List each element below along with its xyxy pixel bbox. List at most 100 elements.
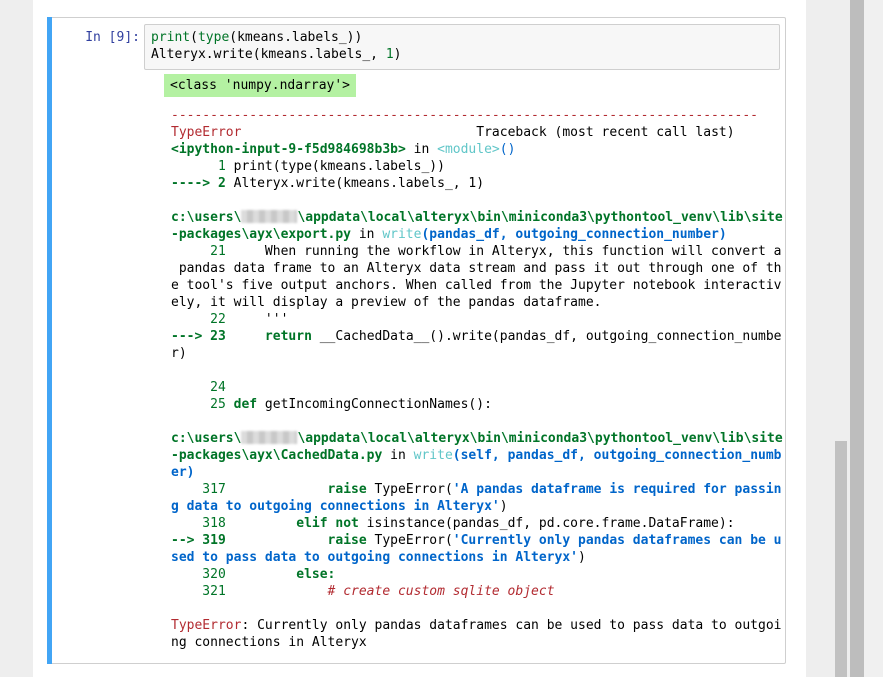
input-prompt: In [9]: bbox=[85, 30, 140, 45]
line-number: 22 bbox=[171, 312, 234, 327]
keyword-elif: elif bbox=[233, 516, 328, 531]
frame1-line-1: 1 print(type(kmeans.labels_)) bbox=[171, 158, 775, 175]
traceback-header-line: TypeError Traceback (most recent call la… bbox=[171, 124, 775, 141]
frame1-file: <ipython-input-9-f5d984698b3b> bbox=[171, 142, 406, 157]
frame3-line-319: --> 319 raise TypeError('Currently only … bbox=[171, 532, 782, 549]
frame2-code-22: ''' bbox=[233, 312, 289, 327]
current-line-arrow: ---> 23 bbox=[171, 329, 234, 344]
frame1-code-2: Alteryx.write(kmeans.labels_, 1) bbox=[233, 176, 485, 191]
frame1-line-2: ----> 2 Alteryx.write(kmeans.labels_, 1) bbox=[171, 175, 775, 192]
frame2-in: in bbox=[351, 227, 383, 242]
docstring-line-1: When running the workflow in Alteryx, th… bbox=[233, 244, 782, 259]
frame1-paren: () bbox=[499, 142, 516, 157]
keyword-raise: raise bbox=[233, 482, 367, 497]
frame2-path-a: c:\users\ bbox=[171, 210, 242, 225]
code-line-2: Alteryx.write(kmeans.labels_, 1) bbox=[151, 47, 402, 62]
frame2-line-25: 25 def getIncomingConnectionNames(): bbox=[171, 396, 775, 413]
frame3-line-317b: g data to outgoing connections in Altery… bbox=[171, 498, 775, 515]
cell-selected-bar bbox=[47, 17, 52, 664]
code-input-area[interactable]: print(type(kmeans.labels_)) Alteryx.writ… bbox=[144, 24, 780, 70]
side-panel bbox=[864, 0, 883, 677]
line-number: 321 bbox=[171, 584, 234, 599]
frame2-path-line-2: -packages\ayx\export.py in write(pandas_… bbox=[171, 226, 775, 243]
frame1-header: <ipython-input-9-f5d984698b3b> in <modul… bbox=[171, 141, 775, 158]
frame2-func: write bbox=[382, 227, 422, 242]
frame3-line-318: 318 elif not isinstance(pandas_df, pd.co… bbox=[171, 515, 775, 532]
redacted-username bbox=[241, 210, 298, 223]
frame2-args: (pandas_df, outgoing_connection_number) bbox=[421, 227, 727, 242]
traceback-output: ----------------------------------------… bbox=[171, 107, 783, 651]
frame3-path-c: -packages\ayx\CachedData.py bbox=[171, 448, 383, 463]
frame2-path-line-1: c:\users\ \appdata\local\alteryx\bin\mini… bbox=[171, 209, 783, 226]
side-panel-divider bbox=[850, 0, 864, 677]
keyword-return: return bbox=[233, 329, 312, 344]
frame3-line-320: 320 else: bbox=[171, 566, 775, 583]
frame1-module: <module> bbox=[437, 142, 500, 157]
frame2-code-25: getIncomingConnectionNames(): bbox=[257, 397, 492, 412]
keyword-else: else: bbox=[233, 567, 336, 582]
line-number: 24 bbox=[171, 380, 234, 395]
close-paren: ) bbox=[499, 499, 508, 514]
frame3-path-line-2: -packages\ayx\CachedData.py in write(sel… bbox=[171, 447, 782, 464]
traceback-separator: ----------------------------------------… bbox=[171, 108, 758, 123]
frame1-code-1: print(type(kmeans.labels_)) bbox=[233, 159, 445, 174]
frame3-line-317: 317 raise TypeError('A pandas dataframe … bbox=[171, 481, 781, 498]
traceback-header: Traceback (most recent call last) bbox=[476, 125, 735, 140]
current-line-arrow: --> 319 bbox=[171, 533, 234, 548]
frame3-path-b: \appdata\local\alteryx\bin\miniconda3\py… bbox=[297, 431, 783, 446]
code-line-1: print(type(kmeans.labels_)) bbox=[151, 30, 363, 45]
frame3-line-319b: sed to pass data to outgoing connections… bbox=[171, 549, 775, 566]
keyword-raise: raise bbox=[233, 533, 367, 548]
current-line-arrow: ----> 2 bbox=[171, 176, 234, 191]
frame2-code-23: __CachedData__().write(pandas_df, outgoi… bbox=[311, 329, 782, 344]
frame2-line-21c: e tool's five output anchors. When calle… bbox=[171, 278, 782, 293]
redacted-username bbox=[241, 431, 298, 444]
frame2-line-21b: pandas data frame to an Alteryx data str… bbox=[171, 261, 782, 276]
frame3-path-line-1: c:\users\ \appdata\local\alteryx\bin\mini… bbox=[171, 430, 783, 447]
frame3-path-a: c:\users\ bbox=[171, 431, 242, 446]
frame2-line-21: 21 When running the workflow in Alteryx,… bbox=[171, 243, 781, 260]
frame2-line-23: ---> 23 return __CachedData__().write(pa… bbox=[171, 328, 782, 345]
frame1-in: in bbox=[405, 142, 438, 157]
frame2-path-b: \appdata\local\alteryx\bin\miniconda3\py… bbox=[297, 210, 783, 225]
frame2-line-21d: ely, it will display a preview of the pa… bbox=[171, 295, 602, 310]
frame3-func: write bbox=[413, 448, 453, 463]
keyword-def: def bbox=[233, 397, 258, 412]
close-paren: ) bbox=[578, 550, 586, 565]
frame2-path-c: -packages\ayx\export.py bbox=[171, 227, 352, 242]
frame2-line-24: 24 bbox=[171, 379, 775, 396]
line-number: 318 bbox=[171, 516, 234, 531]
string-literal: 'A pandas dataframe is required for pass… bbox=[452, 482, 782, 497]
line-number: 21 bbox=[171, 244, 234, 259]
code-editor[interactable]: print(type(kmeans.labels_)) Alteryx.writ… bbox=[151, 29, 401, 63]
line-number: 25 bbox=[171, 397, 234, 412]
keyword-not: not bbox=[327, 516, 359, 531]
stdout-output: <class 'numpy.ndarray'> bbox=[164, 74, 357, 97]
line-number: 317 bbox=[171, 482, 234, 497]
final-error-line: TypeError: Currently only pandas datafra… bbox=[171, 617, 782, 634]
frame2-line-22: 22 ''' bbox=[171, 311, 775, 328]
string-literal: g data to outgoing connections in Altery… bbox=[171, 499, 500, 514]
code-typeerror: TypeError( bbox=[366, 482, 453, 497]
final-error-line-2: ng connections in Alteryx bbox=[171, 635, 367, 650]
frame3-path-line-3: er) bbox=[171, 465, 195, 480]
string-literal: 'Currently only pandas dataframes can be… bbox=[452, 533, 782, 548]
line-number: 1 bbox=[171, 159, 234, 174]
frame2-line-23b: r) bbox=[171, 346, 187, 361]
final-error-message: : Currently only pandas dataframes can b… bbox=[241, 618, 782, 633]
code-typeerror: TypeError( bbox=[366, 533, 453, 548]
string-literal: sed to pass data to outgoing connections… bbox=[171, 550, 578, 565]
final-error-name: TypeError bbox=[171, 618, 242, 633]
code-isinstance: isinstance(pandas_df, pd.core.frame.Data… bbox=[358, 516, 735, 531]
frame3-line-321: 321 # create custom sqlite object bbox=[171, 583, 775, 600]
error-name: TypeError bbox=[171, 125, 242, 140]
frame3-in: in bbox=[382, 448, 414, 463]
frame3-args: (self, pandas_df, outgoing_connection_nu… bbox=[452, 448, 782, 463]
code-comment: # create custom sqlite object bbox=[233, 584, 555, 599]
line-number: 320 bbox=[171, 567, 234, 582]
page-scrollbar-thumb[interactable] bbox=[835, 441, 847, 677]
